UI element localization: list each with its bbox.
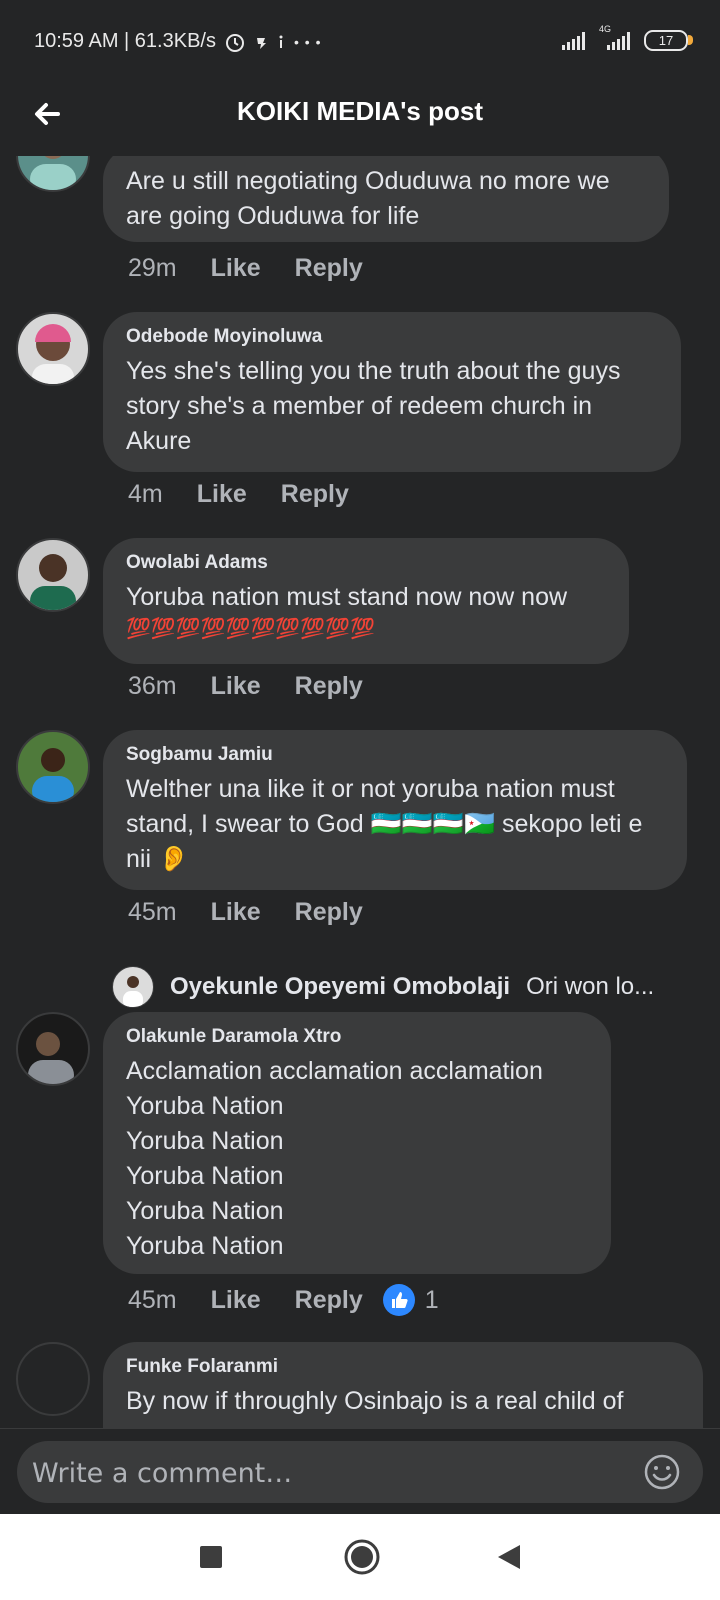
comment-text: Yoruba nation must stand now now now: [126, 583, 568, 611]
comment-time: 45m: [128, 1285, 177, 1314]
avatar[interactable]: [16, 730, 90, 804]
avatar[interactable]: [16, 312, 90, 386]
comment-bubble[interactable]: Sogbamu Jamiu Welther una like it or not…: [103, 730, 687, 890]
comment-text: Welther una like it or not yoruba nation…: [126, 775, 643, 873]
comment-bubble[interactable]: Olakunle Daramola Xtro Acclamation accla…: [103, 1012, 611, 1274]
comment-author[interactable]: Owolabi Adams: [126, 552, 605, 574]
info-icon: [279, 35, 283, 48]
comment-time: 29m: [128, 254, 177, 282]
reply-button[interactable]: Reply: [295, 672, 363, 701]
like-count: 1: [424, 1285, 439, 1314]
reply-author[interactable]: Oyekunle Opeyemi Omobolaji: [170, 973, 510, 1001]
comment-time: 45m: [128, 898, 177, 926]
comment-author[interactable]: Sogbamu Jamiu: [126, 744, 663, 766]
comment-input[interactable]: [30, 1449, 614, 1497]
header: KOIKI MEDIA's post: [0, 86, 720, 156]
comment-actions: 4m Like Reply: [128, 480, 349, 509]
comment-bubble[interactable]: Funke Folaranmi By now if throughly Osin…: [103, 1342, 703, 1428]
comments-list[interactable]: Are u still negotiating Oduduwa no more …: [0, 156, 720, 1428]
signal-4g-icon: 4G: [599, 24, 630, 50]
comment-text: Acclamation acclamation acclamation Yoru…: [126, 1057, 543, 1260]
comment-actions: 29m Like Reply: [128, 254, 363, 283]
reply-button[interactable]: Reply: [295, 254, 363, 283]
signal-icon: [562, 31, 585, 50]
like-button[interactable]: Like: [211, 898, 261, 927]
avatar[interactable]: [16, 538, 90, 612]
like-button[interactable]: Like: [197, 480, 247, 509]
comment-text: Yes she's telling you the truth about th…: [126, 357, 621, 455]
comment-bubble[interactable]: Odebode Moyinoluwa Yes she's telling you…: [103, 312, 681, 472]
view-replies-link[interactable]: Oyekunle Opeyemi Omobolaji Ori won lo...: [112, 966, 654, 1008]
like-button[interactable]: Like: [211, 672, 261, 701]
status-bar: 10:59 AM | 61.3KB/s • • • 4G 17: [0, 0, 720, 86]
comment-author[interactable]: Olakunle Daramola Xtro: [126, 1026, 587, 1048]
comment-box[interactable]: [17, 1441, 703, 1503]
system-nav-bar: [0, 1514, 720, 1600]
comment-composer: [0, 1428, 720, 1515]
back-icon[interactable]: [494, 1542, 524, 1572]
reply-button[interactable]: Reply: [295, 898, 363, 927]
recent-apps-icon[interactable]: [196, 1542, 226, 1572]
reaction-summary[interactable]: 1: [382, 1284, 439, 1316]
emoji-icon[interactable]: [643, 1453, 681, 1491]
status-time: 10:59 AM | 61.3KB/s: [34, 30, 216, 52]
comment-emoji-line: 💯💯💯💯💯💯💯💯💯💯: [126, 618, 376, 640]
comment-actions: 36m Like Reply: [128, 672, 363, 701]
thumbs-up-icon: [382, 1284, 415, 1316]
avatar: [112, 966, 154, 1008]
comment-time: 36m: [128, 672, 177, 700]
comment-author[interactable]: Funke Folaranmi: [126, 1356, 679, 1378]
avatar[interactable]: [16, 1342, 90, 1416]
comment-text: Are u still negotiating Oduduwa no more …: [126, 167, 610, 230]
reply-button[interactable]: Reply: [281, 480, 349, 509]
reply-snippet: Ori won lo...: [526, 973, 655, 1000]
battery-icon: 17: [644, 30, 693, 51]
comment-time: 4m: [128, 480, 163, 508]
comment-actions: 45m Like Reply: [128, 898, 363, 927]
comment-author[interactable]: Odebode Moyinoluwa: [126, 326, 657, 348]
page-title: KOIKI MEDIA's post: [237, 96, 483, 126]
alarm-icon: [225, 33, 244, 52]
home-icon[interactable]: [343, 1538, 381, 1576]
more-notifications-icon: • • •: [293, 33, 322, 50]
like-button[interactable]: Like: [211, 254, 261, 283]
like-button[interactable]: Like: [211, 1286, 261, 1315]
reply-button[interactable]: Reply: [295, 1286, 363, 1315]
avatar[interactable]: [16, 1012, 90, 1086]
comment-bubble[interactable]: Are u still negotiating Oduduwa no more …: [103, 156, 669, 242]
avatar[interactable]: [16, 156, 90, 192]
comment-bubble[interactable]: Owolabi Adams Yoruba nation must stand n…: [103, 538, 629, 664]
notification-icon: [256, 37, 266, 49]
battery-level: 17: [658, 33, 674, 48]
network-4g-label: 4G: [599, 23, 612, 34]
comment-text: By now if throughly Osinbajo is a real c…: [126, 1387, 624, 1415]
comment-actions: 45m Like Reply 1: [128, 1284, 439, 1316]
